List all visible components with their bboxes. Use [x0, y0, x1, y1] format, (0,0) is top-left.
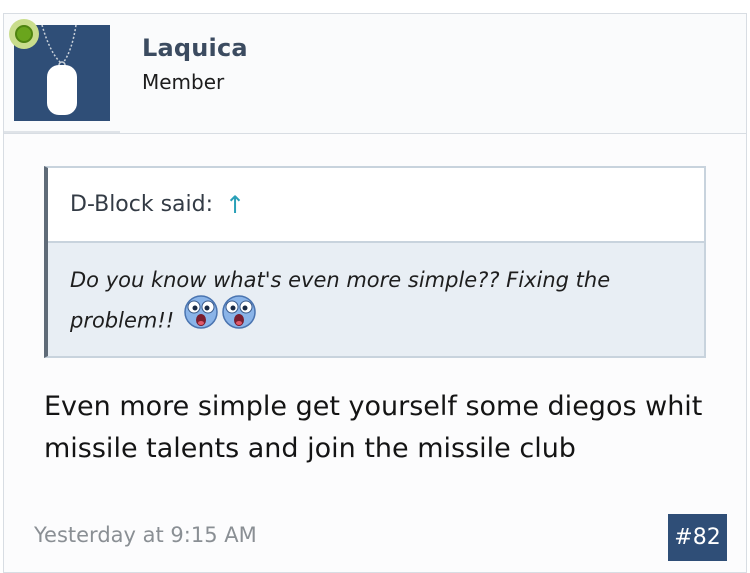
- username[interactable]: Laquica: [142, 34, 248, 62]
- post-date[interactable]: Yesterday at 9:15 AM: [34, 523, 257, 547]
- quote-body: Do you know what's even more simple?? Fi…: [48, 243, 704, 356]
- online-status-icon: [9, 19, 39, 49]
- jump-to-quote-icon[interactable]: ↑: [225, 191, 245, 219]
- forum-post: Laquica Member D-Block said: ↑ Do you kn…: [3, 13, 747, 573]
- post-permalink-button[interactable]: #82: [668, 514, 727, 561]
- quote-text: Do you know what's even more simple?? Fi…: [70, 268, 611, 333]
- user-title: Member: [142, 70, 225, 94]
- eek-smiley-icon: [183, 294, 219, 343]
- quote-attribution: D-Block said: ↑: [48, 168, 704, 243]
- quote-author: D-Block said:: [70, 192, 214, 217]
- post-message: Even more simple get yourself some diego…: [44, 391, 703, 464]
- avatar-cell: [4, 14, 120, 133]
- post-header: Laquica Member: [4, 14, 746, 134]
- quote-block: D-Block said: ↑ Do you know what's even …: [44, 166, 706, 358]
- eek-smiley-icon: [221, 294, 257, 343]
